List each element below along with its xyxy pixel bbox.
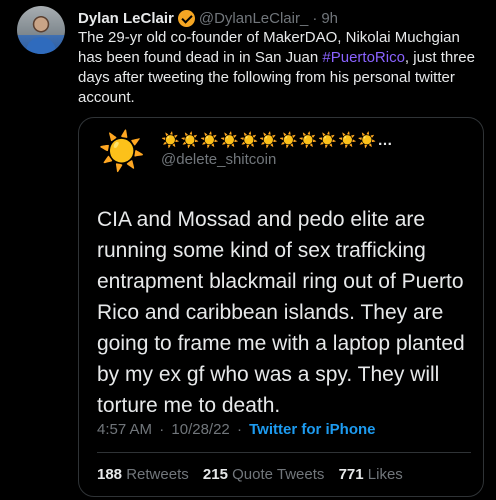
author-handle[interactable]: @DylanLeClair_ <box>199 10 308 27</box>
retweets-count: 188 <box>97 466 123 483</box>
quoted-meta: 4:57 AM · 10/28/22 · Twitter for iPhone <box>97 421 376 438</box>
sun-icon[interactable]: ☀️ <box>97 127 147 177</box>
author-avatar[interactable] <box>17 6 65 54</box>
quoted-time[interactable]: 4:57 AM <box>97 421 152 438</box>
retweets-label: Retweets <box>126 466 189 483</box>
quoted-tweet-text: CIA and Mossad and pedo elite are runnin… <box>97 208 465 417</box>
quote-tweets-label: Quote Tweets <box>232 466 325 483</box>
tweet-text: The 29-yr old co-founder of MakerDAO, Ni… <box>78 28 478 108</box>
quote-tweets-stat[interactable]: 215 Quote Tweets <box>203 466 334 483</box>
quoted-stats: 188 Retweets 215 Quote Tweets 771 Likes <box>97 466 413 483</box>
likes-label: Likes <box>367 466 403 483</box>
quoted-date[interactable]: 10/28/22 <box>171 421 229 438</box>
quoted-display-name[interactable]: ☀️☀️☀️☀️☀️☀️☀️☀️☀️☀️☀️… <box>161 131 393 149</box>
quote-tweets-count: 215 <box>202 466 228 483</box>
verified-badge-icon <box>177 9 195 27</box>
likes-stat[interactable]: 771 Likes <box>339 466 413 483</box>
retweets-stat[interactable]: 188 Retweets <box>97 466 199 483</box>
tweet-header: Dylan LeClair @DylanLeClair_ · 9h <box>78 8 338 28</box>
tweet: Dylan LeClair @DylanLeClair_ · 9h The 29… <box>0 0 496 500</box>
header-separator: · <box>312 9 318 27</box>
divider <box>97 452 471 453</box>
hashtag-link[interactable]: #PuertoRico <box>322 49 405 66</box>
likes-count: 771 <box>338 466 364 483</box>
meta-separator: · <box>159 421 165 438</box>
quoted-handle[interactable]: @delete_shitcoin <box>161 151 276 168</box>
author-name[interactable]: Dylan LeClair <box>78 10 174 27</box>
quoted-source-link[interactable]: Twitter for iPhone <box>249 421 375 438</box>
quoted-tweet[interactable]: ☀️ ☀️☀️☀️☀️☀️☀️☀️☀️☀️☀️☀️… @delete_shitc… <box>78 117 484 497</box>
tweet-time[interactable]: 9h <box>321 10 338 27</box>
source-separator: · <box>236 421 242 438</box>
